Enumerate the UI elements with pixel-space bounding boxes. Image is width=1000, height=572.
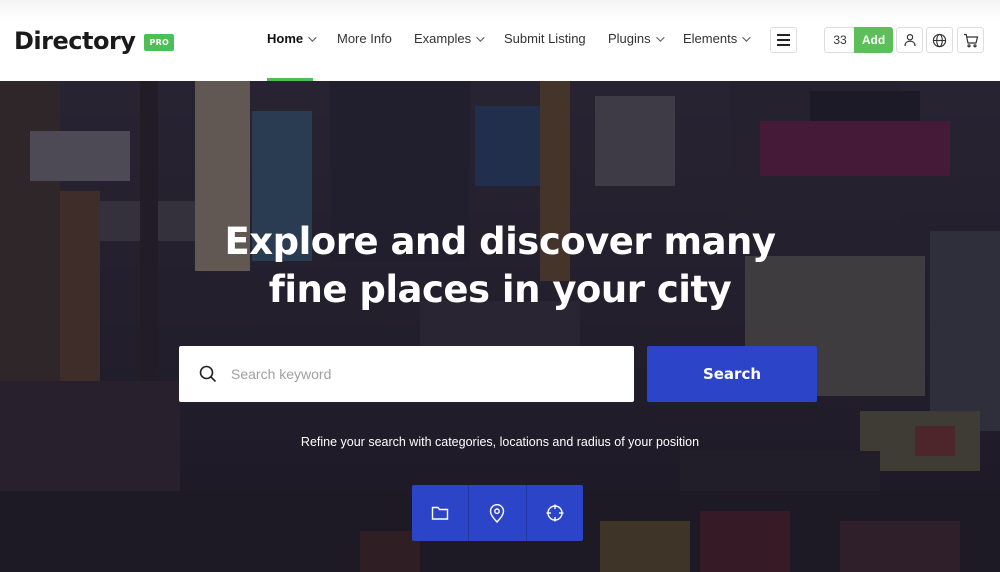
language-button[interactable] <box>926 27 953 53</box>
location-filter-button[interactable] <box>469 485 527 541</box>
logo-text: Directory <box>14 27 136 55</box>
search-box <box>179 346 634 402</box>
crosshair-icon <box>546 504 564 522</box>
listing-count-badge: 33 <box>824 27 855 53</box>
chevron-down-icon <box>655 32 665 42</box>
nav-item-label: Examples <box>414 31 472 46</box>
nav-item-examples[interactable]: Examples <box>414 31 485 46</box>
folder-icon <box>431 506 449 520</box>
nav-item-plugins[interactable]: Plugins <box>608 31 665 46</box>
hero-title-line-1: Explore and discover many <box>224 220 777 263</box>
hero-title: Explore and discover many fine places in… <box>0 218 1000 314</box>
nav-item-submit-listing[interactable]: Submit Listing <box>504 31 586 46</box>
pro-badge: PRO <box>144 33 175 51</box>
account-button[interactable] <box>896 27 923 53</box>
nav-item-label: Elements <box>683 31 738 46</box>
chevron-down-icon <box>308 32 317 42</box>
hamburger-icon-line <box>777 39 790 41</box>
logo[interactable]: Directory PRO <box>14 27 175 55</box>
hamburger-icon-line <box>777 44 790 46</box>
nav-item-label: More Info <box>337 31 392 46</box>
hamburger-icon-line <box>777 34 790 36</box>
nav-item-home[interactable]: Home <box>267 31 317 46</box>
nav-item-label: Home <box>267 31 304 46</box>
nav-item-elements[interactable]: Elements <box>683 31 751 46</box>
nav-item-label: Submit Listing <box>504 31 586 46</box>
hero-title-line-2: fine places in your city <box>268 268 732 311</box>
hero-section: Explore and discover many fine places in… <box>0 81 1000 572</box>
search-icon <box>199 365 217 383</box>
user-icon <box>903 33 916 47</box>
add-listing-button[interactable]: Add <box>854 27 893 53</box>
search-filter-group <box>412 485 583 541</box>
cart-button[interactable] <box>957 27 984 53</box>
nav-item-more-info[interactable]: More Info <box>337 31 392 46</box>
globe-icon <box>932 33 947 47</box>
search-input[interactable] <box>231 359 611 389</box>
site-header: Directory PRO Home More Info Examples Su… <box>0 0 1000 81</box>
radius-filter-button[interactable] <box>527 485 583 541</box>
cart-icon <box>963 33 978 47</box>
refine-hint-text: Refine your search with categories, loca… <box>300 435 700 449</box>
chevron-down-icon <box>742 32 751 42</box>
chevron-down-icon <box>476 32 485 42</box>
categories-filter-button[interactable] <box>412 485 470 541</box>
map-pin-icon <box>490 503 505 523</box>
nav-item-label: Plugins <box>608 31 651 46</box>
search-button[interactable]: Search <box>647 346 817 402</box>
menu-button[interactable] <box>770 27 797 53</box>
